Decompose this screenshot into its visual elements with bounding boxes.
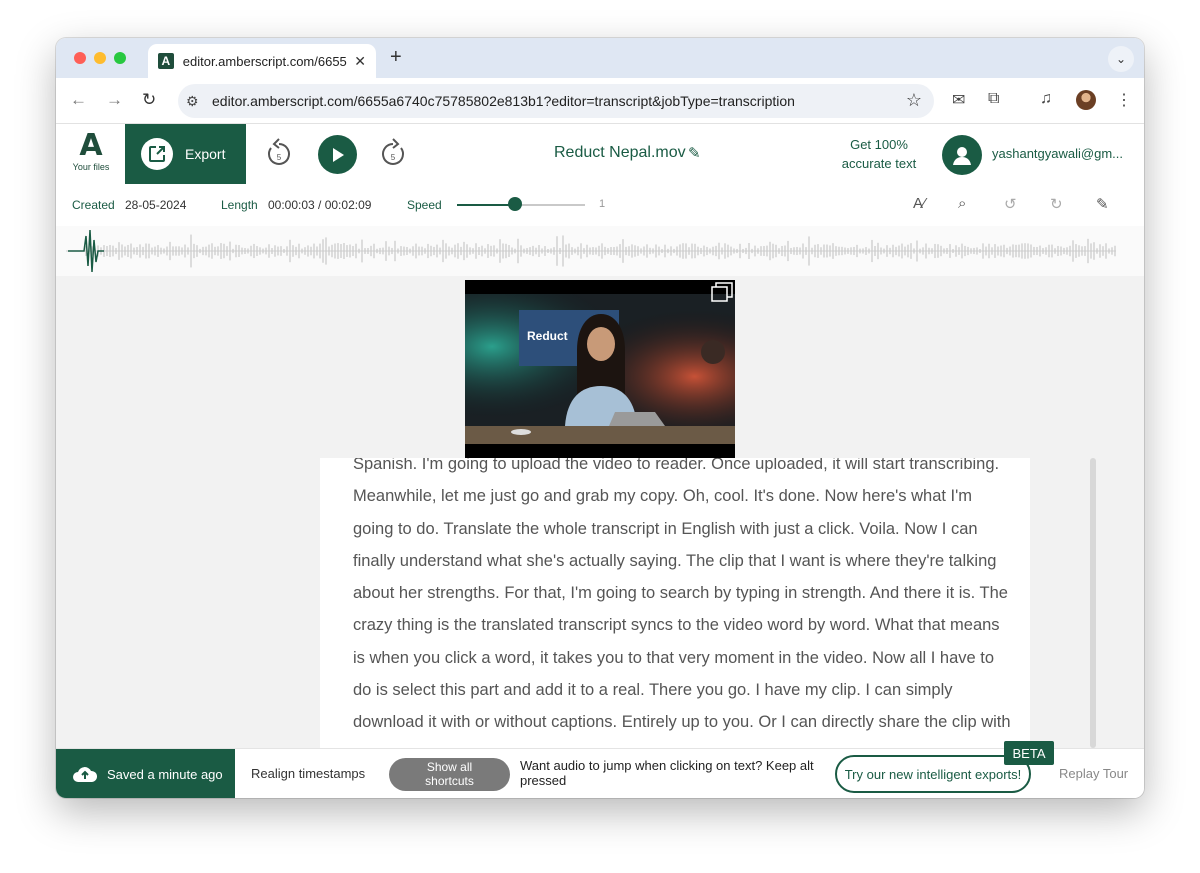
save-status: Saved a minute ago	[56, 749, 235, 798]
forward-arrow-icon[interactable]: →	[106, 90, 123, 110]
file-name[interactable]: Reduct Nepal.mov	[554, 144, 686, 162]
user-icon	[953, 147, 971, 165]
speed-label: Speed	[407, 198, 442, 212]
user-avatar[interactable]	[942, 135, 982, 175]
your-files-link[interactable]: A Your files	[68, 128, 114, 173]
tab-search-chevron-icon[interactable]: ⌄	[1108, 46, 1134, 72]
skip-forward-seconds: 5	[391, 153, 396, 162]
beta-badge: BETA	[1004, 741, 1054, 765]
media-controls-icon[interactable]: ♫	[1040, 90, 1052, 108]
browser-profile-avatar[interactable]	[1076, 90, 1096, 110]
created-value: 28-05-2024	[125, 198, 187, 212]
mail-icon[interactable]: ✉	[952, 90, 965, 110]
speed-slider-fill	[457, 204, 515, 206]
export-label: Export	[185, 146, 226, 162]
created-label: Created	[72, 198, 115, 212]
export-button[interactable]: Export	[125, 124, 246, 184]
play-icon	[332, 147, 344, 162]
extensions-icon[interactable]: ⧉	[988, 90, 999, 108]
replay-tour-link[interactable]: Replay Tour	[1059, 766, 1128, 781]
export-icon	[141, 138, 173, 170]
browser-tab[interactable]: A editor.amberscript.com/6655 ✕	[148, 44, 376, 78]
get-accurate-text-link[interactable]: Get 100% accurate text	[826, 135, 932, 173]
saved-label: Saved a minute ago	[107, 766, 223, 782]
browser-toolbar: ← → ↻ ⚙ editor.amberscript.com/6655a6740…	[56, 78, 1144, 124]
more-menu-icon[interactable]: ⋮	[1116, 90, 1132, 110]
back-arrow-icon[interactable]: ←	[70, 90, 87, 110]
accurate-text-line2: accurate text	[841, 156, 917, 171]
cloud-upload-icon	[73, 767, 98, 782]
intelligent-exports-button[interactable]: Try our new intelligent exports!	[835, 755, 1031, 793]
zoom-window-button[interactable]	[114, 52, 126, 64]
browser-window: A editor.amberscript.com/6655 ✕ + ⌄ ← → …	[56, 38, 1144, 798]
bookmark-star-icon[interactable]: ☆	[906, 90, 922, 111]
speed-slider-handle[interactable]	[507, 197, 522, 211]
transcript-scrollbar[interactable]	[1090, 458, 1096, 748]
length-value: 00:00:03 / 00:02:09	[268, 198, 372, 212]
tab-close-icon[interactable]: ✕	[354, 53, 366, 70]
skip-forward-5-button[interactable]: 5	[378, 136, 408, 170]
shortcuts-line2: shortcuts	[425, 774, 474, 788]
transcript-editor[interactable]: Spanish. I'm going to upload the video t…	[320, 458, 1030, 748]
play-button[interactable]	[318, 135, 357, 174]
video-player[interactable]: Reduct	[465, 280, 735, 458]
close-window-button[interactable]	[74, 52, 86, 64]
url-text[interactable]: editor.amberscript.com/6655a6740c7578580…	[212, 93, 795, 109]
your-files-label: Your files	[72, 162, 110, 172]
speed-value: 1	[599, 198, 606, 210]
skip-back-seconds: 5	[277, 153, 282, 162]
file-info-bar: Created 28-05-2024 Length 00:00:03 / 00:…	[56, 184, 1144, 226]
realign-timestamps-button[interactable]: Realign timestamps	[251, 766, 365, 781]
show-all-shortcuts-button[interactable]: Show all shortcuts	[389, 758, 510, 791]
waveform-graphic	[66, 229, 1116, 273]
reload-icon[interactable]: ↻	[142, 90, 156, 110]
amberscript-logo-icon: A	[79, 128, 103, 163]
tab-strip: A editor.amberscript.com/6655 ✕ + ⌄	[56, 38, 1144, 78]
app-header: A Your files Export 5 5 Reduct Nepal.mov…	[56, 124, 1144, 184]
find-replace-icon[interactable]: ⌕	[958, 195, 966, 212]
audio-waveform[interactable]	[56, 226, 1144, 276]
site-settings-icon[interactable]: ⚙	[186, 93, 199, 110]
amberscript-favicon-icon: A	[158, 53, 174, 69]
redo-icon[interactable]: ↻	[1050, 195, 1063, 213]
shortcuts-line1: Show all	[426, 760, 473, 774]
tab-title: editor.amberscript.com/6655	[182, 53, 347, 69]
user-email[interactable]: yashantgyawali@gm...	[992, 146, 1123, 161]
bottom-bar: Saved a minute ago Realign timestamps Sh…	[56, 748, 1144, 798]
minimize-window-button[interactable]	[94, 52, 106, 64]
spellcheck-icon[interactable]: A⁄	[913, 195, 926, 212]
skip-back-5-button[interactable]: 5	[264, 136, 294, 170]
undo-icon[interactable]: ↺	[1004, 195, 1017, 213]
edit-pencil-icon[interactable]: ✎	[1096, 195, 1109, 213]
new-tab-icon[interactable]: +	[390, 46, 402, 69]
video-frame-image: Reduct	[465, 294, 735, 444]
address-bar[interactable]: ⚙ editor.amberscript.com/6655a6740c75785…	[178, 84, 934, 118]
picture-in-picture-icon[interactable]	[711, 282, 733, 302]
length-label: Length	[221, 198, 258, 212]
accurate-text-line1: Get 100%	[850, 137, 908, 152]
transcript-text[interactable]: Spanish. I'm going to upload the video t…	[353, 458, 1013, 748]
video-screen-text: Reduct	[527, 329, 568, 343]
alt-key-hint: Want audio to jump when clicking on text…	[520, 758, 814, 788]
edit-file-name-pencil-icon[interactable]: ✎	[688, 144, 701, 162]
